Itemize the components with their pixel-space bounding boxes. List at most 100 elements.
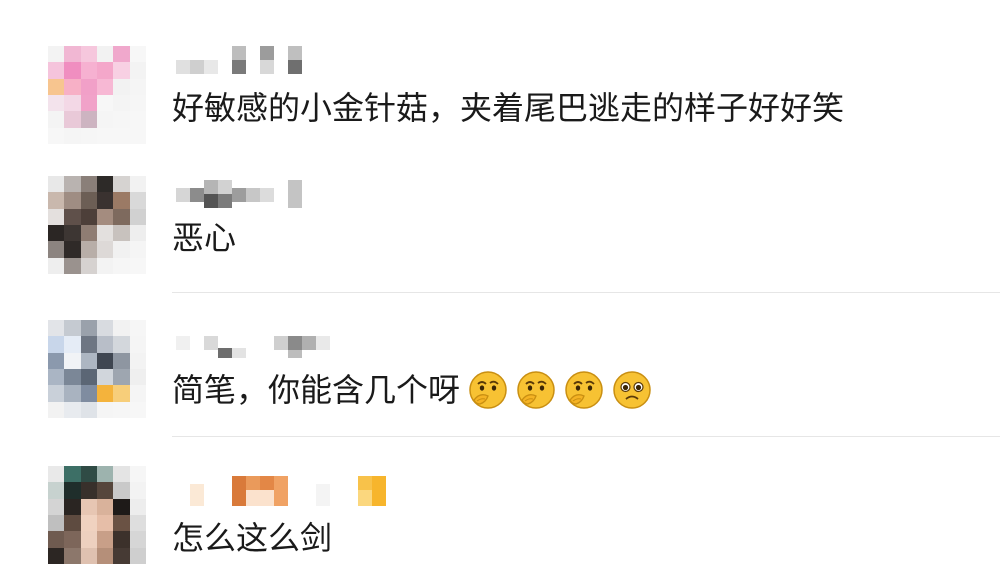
avatar-pixel <box>64 547 81 564</box>
avatar-pixel <box>64 401 81 418</box>
avatar-pixel <box>64 62 81 79</box>
avatar-pixel <box>129 241 146 258</box>
avatar-pixel <box>48 547 65 564</box>
avatar-pixel <box>97 352 114 369</box>
avatar-pixel <box>64 320 81 337</box>
avatar-pixel <box>97 46 114 63</box>
avatar-pixel <box>48 257 65 274</box>
comment-text-content: 好敏感的小金针菇，夹着尾巴逃走的样子好好笑 <box>172 89 845 127</box>
avatar-pixel <box>64 192 81 209</box>
avatar-pixel <box>80 95 97 112</box>
avatar[interactable] <box>48 320 146 418</box>
avatar-pixel <box>113 257 130 274</box>
username-pixelated[interactable] <box>176 320 386 358</box>
avatar-pixel <box>129 257 146 274</box>
avatar-pixel <box>64 208 81 225</box>
avatar-pixel <box>80 466 97 483</box>
avatar-pixel <box>113 192 130 209</box>
avatar-pixel <box>48 352 65 369</box>
avatar-pixel <box>64 466 81 483</box>
avatar-pixel <box>97 385 114 402</box>
avatar-pixel <box>80 208 97 225</box>
avatar-pixel <box>113 225 130 242</box>
avatar-pixel <box>80 176 97 193</box>
avatar-pixel <box>64 225 81 242</box>
avatar-pixel <box>48 176 65 193</box>
avatar-pixel <box>64 515 81 532</box>
avatar-pixel <box>64 482 81 499</box>
avatar-pixel <box>64 498 81 515</box>
thinking-emoji-icon <box>468 370 508 410</box>
avatar-pixel <box>64 46 81 63</box>
avatar-pixel <box>113 320 130 337</box>
avatar-pixel <box>64 369 81 386</box>
thinking-emoji-icon <box>516 370 556 410</box>
avatar-pixel <box>97 498 114 515</box>
avatar-pixel <box>48 127 65 144</box>
avatar-pixel <box>113 498 130 515</box>
avatar-pixel <box>97 336 114 353</box>
avatar-pixel <box>113 241 130 258</box>
avatar-pixel <box>129 176 146 193</box>
avatar-pixel <box>113 385 130 402</box>
avatar-pixel <box>129 498 146 515</box>
comment-text: 好敏感的小金针菇，夹着尾巴逃走的样子好好笑 <box>172 86 844 130</box>
avatar-pixel <box>97 401 114 418</box>
avatar-pixel <box>129 547 146 564</box>
avatar-pixel <box>48 336 65 353</box>
avatar-pixel <box>113 78 130 95</box>
avatar-pixel <box>97 482 114 499</box>
avatar-pixel <box>129 78 146 95</box>
avatar-pixel <box>48 225 65 242</box>
avatar-pixel <box>64 241 81 258</box>
avatar-pixel <box>64 385 81 402</box>
avatar[interactable] <box>48 46 146 144</box>
avatar-pixel <box>48 241 65 258</box>
avatar-pixel <box>129 111 146 128</box>
username-pixelated[interactable] <box>176 476 386 506</box>
avatar-pixel <box>97 176 114 193</box>
avatar-pixel <box>80 531 97 548</box>
avatar-pixel <box>80 320 97 337</box>
avatar-pixel <box>48 208 65 225</box>
username-pixelated[interactable] <box>176 46 386 76</box>
avatar-pixel <box>64 78 81 95</box>
emoji-row <box>460 370 652 410</box>
avatar-pixel <box>80 352 97 369</box>
avatar-pixel <box>80 385 97 402</box>
avatar-pixel <box>48 498 65 515</box>
avatar-pixel <box>113 401 130 418</box>
avatar-pixel <box>97 62 114 79</box>
username-pixelated[interactable] <box>176 176 386 208</box>
avatar-pixel <box>129 336 146 353</box>
avatar-pixel <box>48 482 65 499</box>
comment-text-content: 恶心 <box>172 219 237 257</box>
avatar[interactable] <box>48 466 146 564</box>
avatar-pixel <box>80 401 97 418</box>
pleading-emoji-icon <box>612 370 652 410</box>
avatar-pixel <box>48 466 65 483</box>
avatar-pixel <box>97 208 114 225</box>
avatar-pixel <box>129 352 146 369</box>
avatar-pixel <box>80 498 97 515</box>
avatar-pixel <box>113 466 130 483</box>
avatar-pixel <box>80 482 97 499</box>
avatar-pixel <box>48 385 65 402</box>
avatar-pixel <box>129 515 146 532</box>
avatar-pixel <box>97 127 114 144</box>
avatar-pixel <box>113 176 130 193</box>
thinking-emoji-icon <box>564 370 604 410</box>
avatar-pixel <box>113 127 130 144</box>
avatar-pixel <box>113 482 130 499</box>
comment-text: 简笔，你能含几个呀 <box>172 368 652 412</box>
avatar-pixel <box>80 192 97 209</box>
avatar-pixel <box>113 62 130 79</box>
avatar-pixel <box>97 257 114 274</box>
avatar-pixel <box>80 336 97 353</box>
avatar-pixel <box>80 46 97 63</box>
avatar[interactable] <box>48 176 146 274</box>
avatar-pixel <box>64 257 81 274</box>
avatar-pixel <box>48 62 65 79</box>
comment-text-content: 怎么这么剑 <box>172 519 333 557</box>
avatar-pixel <box>113 95 130 112</box>
